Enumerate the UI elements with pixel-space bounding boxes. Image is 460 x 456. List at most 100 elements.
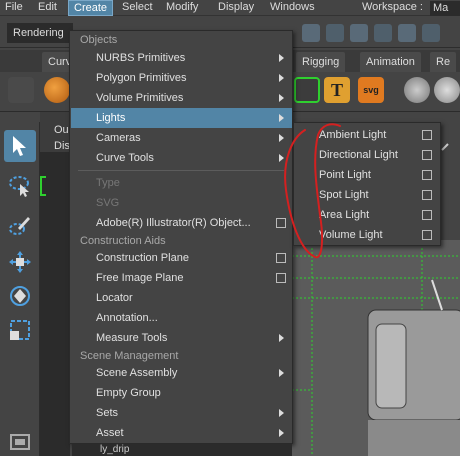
label: Measure Tools <box>96 332 168 344</box>
snap-curve-icon[interactable] <box>326 24 344 42</box>
menu-item-scene-assembly[interactable]: Scene Assembly <box>71 363 292 383</box>
panel-header: Ou Dis <box>40 112 72 152</box>
label: Spot Light <box>319 189 369 201</box>
menu-divider <box>78 170 284 171</box>
section-construction-aids: Construction Aids <box>80 235 166 247</box>
label: Cameras <box>96 132 141 144</box>
menu-item-spot-light[interactable]: Spot Light <box>295 185 440 205</box>
menu-item-nurbs-primitives[interactable]: NURBS Primitives <box>71 48 292 68</box>
create-menu: Objects NURBS Primitives Polygon Primiti… <box>69 30 293 444</box>
outliner-label: Ou <box>54 124 69 136</box>
outliner-panel <box>40 152 70 456</box>
menu-windows[interactable]: Windows <box>265 0 320 16</box>
submenu-arrow-icon <box>279 369 284 377</box>
history-icon[interactable] <box>422 24 440 42</box>
option-box-icon[interactable] <box>422 130 432 140</box>
submenu-arrow-icon <box>279 94 284 102</box>
label: SVG <box>96 197 120 209</box>
menu-item-measure-tools[interactable]: Measure Tools <box>71 328 292 348</box>
label: Ambient Light <box>319 129 387 141</box>
label: Volume Primitives <box>96 92 184 104</box>
menu-item-asset[interactable]: Asset <box>71 423 292 443</box>
shelf-menu-icon[interactable] <box>8 77 34 103</box>
menu-file[interactable]: File <box>0 0 28 16</box>
svg-tool-icon[interactable]: svg <box>358 77 384 103</box>
snap-view-icon[interactable] <box>374 24 392 42</box>
menu-item-sets[interactable]: Sets <box>71 403 292 423</box>
paint-select-tool-icon[interactable] <box>4 210 36 242</box>
type-tool-icon[interactable]: T <box>324 77 350 103</box>
menu-item-type: Type <box>71 173 292 193</box>
option-box-icon[interactable] <box>276 218 286 228</box>
menu-item-empty-group[interactable]: Empty Group <box>71 383 292 403</box>
rotate-tool-icon[interactable] <box>4 280 36 312</box>
option-box-icon[interactable] <box>422 190 432 200</box>
menu-display[interactable]: Display <box>213 0 259 16</box>
label: Lights <box>96 112 126 124</box>
outliner-bottom-item[interactable]: ly_drip <box>72 444 292 456</box>
submenu-arrow-icon <box>279 334 284 342</box>
workspace-label: Workspace : <box>362 1 423 13</box>
menu-create[interactable]: Create <box>68 0 114 16</box>
snap-point-icon[interactable] <box>350 24 368 42</box>
last-tool-icon[interactable] <box>4 432 36 452</box>
label: Type <box>96 177 120 189</box>
label: Polygon Primitives <box>96 72 187 84</box>
menu-edit[interactable]: Edit <box>33 0 62 16</box>
menu-item-free-image-plane[interactable]: Free Image Plane <box>71 268 292 288</box>
sphere-icon[interactable] <box>44 77 70 103</box>
option-box-icon[interactable] <box>422 170 432 180</box>
menu-item-ambient-light[interactable]: Ambient Light <box>295 125 440 145</box>
scale-tool-icon[interactable] <box>4 314 36 346</box>
viewport[interactable] <box>292 240 460 456</box>
menuset-dropdown[interactable]: Rendering <box>7 23 73 43</box>
menu-item-curve-tools[interactable]: Curve Tools <box>71 148 292 168</box>
menu-item-volume-primitives[interactable]: Volume Primitives <box>71 88 292 108</box>
label: Volume Light <box>319 229 383 241</box>
menu-select[interactable]: Select <box>117 0 158 16</box>
submenu-arrow-icon <box>279 154 284 162</box>
menu-item-volume-light[interactable]: Volume Light <box>295 225 440 245</box>
workspace-dropdown[interactable]: Ma <box>430 1 460 16</box>
render-layer-icon[interactable] <box>404 77 430 103</box>
render-sphere-icon[interactable] <box>434 77 460 103</box>
option-box-icon[interactable] <box>422 210 432 220</box>
menu-item-construction-plane[interactable]: Construction Plane <box>71 248 292 268</box>
menu-item-point-light[interactable]: Point Light <box>295 165 440 185</box>
display-label: Dis <box>54 140 70 152</box>
option-box-icon[interactable] <box>276 253 286 263</box>
text-bracket-icon[interactable] <box>294 77 320 103</box>
label: NURBS Primitives <box>96 52 186 64</box>
label: Annotation... <box>96 312 158 324</box>
snap-grid-icon[interactable] <box>302 24 320 42</box>
option-box-icon[interactable] <box>276 273 286 283</box>
shelf-tab-rendering[interactable]: Re <box>430 52 457 72</box>
label: Empty Group <box>96 387 161 399</box>
section-objects: Objects <box>80 34 118 46</box>
menu-modify[interactable]: Modify <box>161 0 203 16</box>
label: Sets <box>96 407 119 419</box>
toolbox <box>0 122 40 456</box>
label: Area Light <box>319 209 370 221</box>
shelf-tab-animation[interactable]: Animation <box>360 52 421 72</box>
menu-item-directional-light[interactable]: Directional Light <box>295 145 440 165</box>
option-box-icon[interactable] <box>422 230 432 240</box>
menu-item-annotation[interactable]: Annotation... <box>71 308 292 328</box>
label: Adobe(R) Illustrator(R) Object... <box>96 217 251 229</box>
select-tool-icon[interactable] <box>4 130 36 162</box>
menu-item-polygon-primitives[interactable]: Polygon Primitives <box>71 68 292 88</box>
lights-submenu: Ambient Light Directional Light Point Li… <box>293 122 441 246</box>
menu-item-area-light[interactable]: Area Light <box>295 205 440 225</box>
move-tool-icon[interactable] <box>4 246 36 278</box>
option-box-icon[interactable] <box>422 150 432 160</box>
menu-item-illustrator-object[interactable]: Adobe(R) Illustrator(R) Object... <box>71 213 292 233</box>
lasso-tool-icon[interactable] <box>4 170 36 202</box>
menu-item-lights[interactable]: Lights <box>71 108 292 128</box>
menu-item-cameras[interactable]: Cameras <box>71 128 292 148</box>
label: Locator <box>96 292 133 304</box>
menu-item-locator[interactable]: Locator <box>71 288 292 308</box>
outliner-item-label: ly_drip <box>100 444 130 455</box>
shelf-tab-rigging[interactable]: Rigging <box>296 52 346 72</box>
submenu-arrow-icon <box>279 74 284 82</box>
snap-surface-icon[interactable] <box>398 24 416 42</box>
